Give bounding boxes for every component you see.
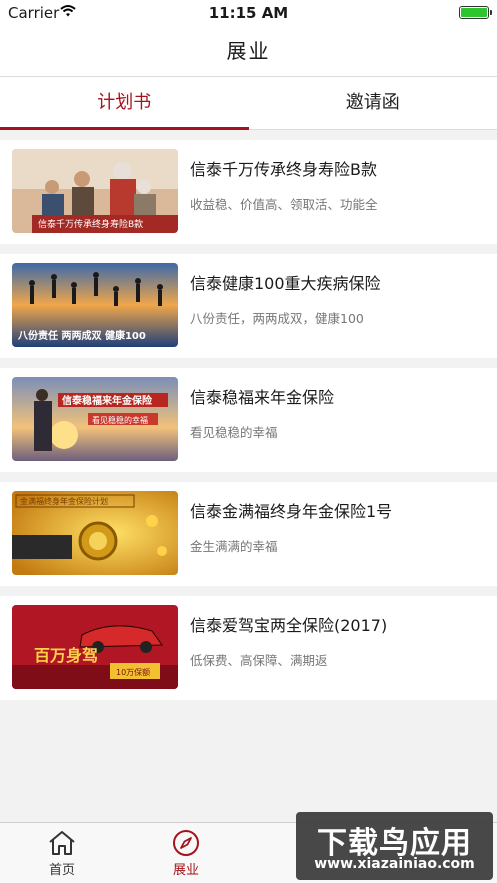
home-icon [49,831,75,855]
product-thumbnail: 信泰千万传承终身寿险B款 [12,149,178,233]
thumb-caption: 信泰稳福来年金保险 [62,394,153,407]
product-description: 收益稳、价值高、领取活、功能全 [190,197,378,212]
product-list: 信泰千万传承终身寿险B款 信泰千万传承终身寿险B款 收益稳、价值高、领取活、功能… [0,140,497,710]
clock: 11:15 AM [208,4,289,22]
product-thumbnail: 八份责任 两两成双 健康100 [12,263,178,347]
tabbar-business-label: 展业 [172,863,199,878]
product-thumbnail: 金满福终身年金保险计划 [12,491,178,575]
thumb-caption: 金满福终身年金保险计划 [20,496,108,506]
thumb-caption: 信泰千万传承终身寿险B款 [38,218,143,230]
tab-invitation[interactable]: 邀请函 [249,77,497,129]
tabbar-business[interactable]: 展业 [146,829,226,878]
product-thumbnail: 信泰稳福来年金保险 看见稳稳的幸福 [12,377,178,461]
watermark: 下载鸟应用 www.xiazainiao.com [296,812,493,880]
segment-tabs: 计划书 邀请函 [0,76,497,130]
status-bar: Carrier 11:15 AM [0,0,497,26]
product-title: 信泰爱驾宝两全保险(2017) [190,616,388,635]
product-description: 金生满满的幸福 [190,539,278,554]
product-title: 信泰健康100重大疾病保险 [190,274,381,293]
list-item[interactable]: 信泰稳福来年金保险 看见稳稳的幸福 信泰稳福来年金保险 看见稳稳的幸福 [0,368,497,472]
compass-icon [173,830,199,856]
list-item[interactable]: 百万身驾 10万保额 信泰爱驾宝两全保险(2017) 低保费、高保障、满期返 [0,596,497,700]
watermark-url: www.xiazainiao.com [314,856,475,872]
product-title: 信泰稳福来年金保险 [190,388,335,407]
tab-plan[interactable]: 计划书 [0,77,249,130]
product-title: 信泰千万传承终身寿险B款 [190,160,377,179]
product-description: 看见稳稳的幸福 [190,425,278,440]
list-item[interactable]: 八份责任 两两成双 健康100 信泰健康100重大疾病保险 八份责任，两两成双，… [0,254,497,358]
product-description: 八份责任，两两成双，健康100 [190,311,364,326]
page-title: 展业 [226,39,271,63]
product-description: 低保费、高保障、满期返 [190,653,328,668]
product-title: 信泰金满福终身年金保险1号 [190,502,393,521]
thumb-caption: 八份责任 两两成双 健康100 [17,329,146,342]
tabbar-home-label: 首页 [48,863,75,878]
list-item[interactable]: 信泰千万传承终身寿险B款 信泰千万传承终身寿险B款 收益稳、价值高、领取活、功能… [0,140,497,244]
thumb-caption: 百万身驾 [34,646,98,665]
thumb-subcaption: 看见稳稳的幸福 [92,415,148,425]
tabbar-home[interactable]: 首页 [22,829,102,878]
battery-icon [459,6,492,19]
nav-bar: 展业 [0,26,497,76]
product-thumbnail: 百万身驾 10万保额 [12,605,178,689]
thumb-subcaption: 10万保额 [116,667,150,677]
list-item[interactable]: 金满福终身年金保险计划 信泰金满福终身年金保险1号 金生满满的幸福 [0,482,497,586]
